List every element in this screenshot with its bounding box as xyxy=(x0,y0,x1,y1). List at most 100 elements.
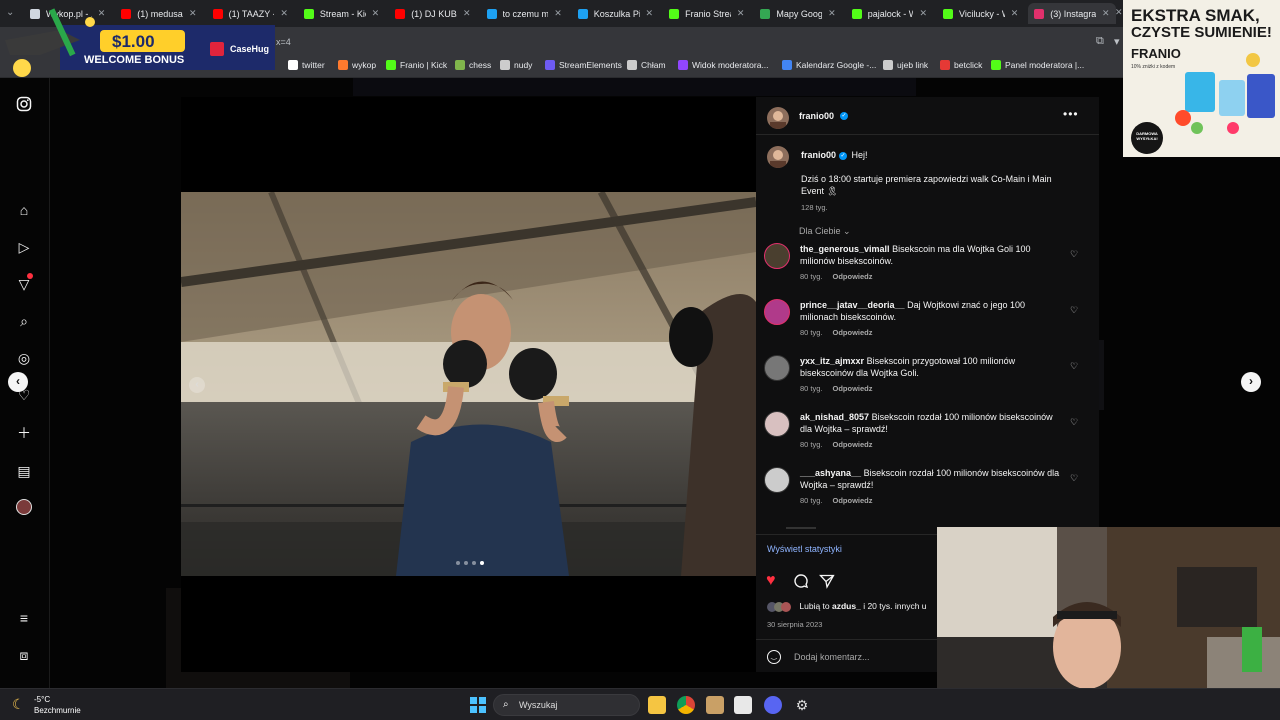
tab-close-icon[interactable]: ✕ xyxy=(737,8,745,19)
install-app-icon[interactable]: ⧉ xyxy=(1096,35,1104,48)
post-photo[interactable] xyxy=(181,192,756,576)
comment-avatar[interactable] xyxy=(764,299,790,325)
comment-like-icon[interactable]: ♡ xyxy=(1070,361,1078,372)
comment-avatar[interactable] xyxy=(764,355,790,381)
start-windows-icon[interactable] xyxy=(469,696,487,714)
reply-button[interactable]: Odpowiedz xyxy=(833,496,873,505)
franio-ad[interactable]: EKSTRA SMAK, CZYSTE SUMIENIE! FRANIO 10%… xyxy=(1123,0,1280,157)
caption-username[interactable]: franio00 xyxy=(801,150,836,160)
bookmark-label: ujeb link xyxy=(897,60,929,70)
casehug-ad[interactable]: $1.00 WELCOME BONUS CaseHug xyxy=(0,0,275,82)
app-icon-1[interactable] xyxy=(706,696,724,714)
bookmark-item[interactable]: Panel moderatora |... xyxy=(991,60,1084,70)
browser-tab[interactable]: Franio Strea... ✕ xyxy=(663,3,750,24)
tab-close-icon[interactable]: ✕ xyxy=(1011,8,1019,19)
comment-like-icon[interactable]: ♡ xyxy=(1070,417,1078,428)
browser-tab[interactable]: to czemu m... ✕ xyxy=(481,3,568,24)
comment-avatar[interactable] xyxy=(764,411,790,437)
profile-avatar-icon[interactable] xyxy=(15,499,33,517)
comment-avatar[interactable] xyxy=(764,243,790,269)
reply-button[interactable]: Odpowiedz xyxy=(833,272,873,281)
comment-icon[interactable] xyxy=(793,573,809,594)
taskbar-search[interactable]: ⌕ Wyszukaj xyxy=(493,694,640,716)
browser-tab[interactable]: pajalock - W... ✕ xyxy=(846,3,933,24)
liker-avatars xyxy=(767,601,797,612)
reply-button[interactable]: Odpowiedz xyxy=(833,440,873,449)
tab-close-icon[interactable]: ✕ xyxy=(828,8,836,19)
tab-favicon-icon xyxy=(669,8,680,19)
comment-username[interactable]: ak_nishad_8057 xyxy=(800,412,869,422)
media-previous-icon[interactable]: ‹ xyxy=(189,377,205,393)
bookmark-item[interactable]: Chłam xyxy=(627,60,666,70)
dashboard-icon[interactable]: ▤ xyxy=(15,462,33,480)
next-post-button[interactable]: › xyxy=(1241,372,1261,392)
create-icon[interactable]: ＋ xyxy=(15,424,33,442)
caption-avatar[interactable] xyxy=(767,146,789,168)
home-icon[interactable]: ⌂ xyxy=(15,201,33,219)
comment-like-icon[interactable]: ♡ xyxy=(1070,249,1078,260)
file-explorer-icon[interactable] xyxy=(648,696,666,714)
comment-username[interactable]: ___ashyana__ xyxy=(800,468,861,478)
bookmark-item[interactable]: twitter xyxy=(288,60,325,70)
settings-gear-icon[interactable]: ⚙ xyxy=(793,696,811,714)
tab-close-icon[interactable]: ✕ xyxy=(463,8,471,19)
search-icon[interactable]: ⌕ xyxy=(15,312,33,330)
browser-tab[interactable]: (3) Instagram ✕ xyxy=(1028,3,1116,24)
share-icon[interactable] xyxy=(819,573,835,594)
close-tab-icon[interactable]: ✕ xyxy=(1115,7,1123,18)
tab-close-icon[interactable]: ✕ xyxy=(1102,8,1110,19)
verified-badge-icon: ✓ xyxy=(840,112,848,120)
tab-close-icon[interactable]: ✕ xyxy=(280,8,288,19)
bookmark-item[interactable]: nudy xyxy=(500,60,532,70)
emoji-icon[interactable]: ‿ xyxy=(767,650,781,664)
more-options-icon[interactable]: ••• xyxy=(1063,107,1079,121)
also-from-meta-icon[interactable]: ⧈ xyxy=(15,646,33,664)
carousel-dot xyxy=(464,561,468,565)
bookmark-item[interactable]: Widok moderatora... xyxy=(678,60,769,70)
profile-menu-icon[interactable]: ▾ xyxy=(1114,35,1120,48)
reply-button[interactable]: Odpowiedz xyxy=(833,384,873,393)
tab-close-icon[interactable]: ✕ xyxy=(554,8,562,19)
browser-tab[interactable]: Stream - Kick ✕ xyxy=(298,3,385,24)
bookmark-item[interactable]: ujeb link xyxy=(883,60,928,70)
comment-username[interactable]: yxx_itz_ajmxxr xyxy=(800,356,864,366)
comment-avatar[interactable] xyxy=(764,467,790,493)
bookmark-item[interactable]: wykop xyxy=(338,60,376,70)
notifications-icon[interactable]: ▽ xyxy=(15,273,33,293)
view-insights-link[interactable]: Wyświetl statystyki xyxy=(767,544,842,554)
explore-icon[interactable]: ◎ xyxy=(15,349,33,367)
previous-post-button[interactable]: ‹ xyxy=(8,372,28,392)
browser-tab[interactable]: Mapy Googl... ✕ xyxy=(754,3,841,24)
likes-suffix[interactable]: i 20 tys. innych u xyxy=(863,601,926,611)
reply-button[interactable]: Odpowiedz xyxy=(833,328,873,337)
bookmark-item[interactable]: betclick xyxy=(940,60,982,70)
author-avatar[interactable] xyxy=(767,107,789,129)
bookmark-item[interactable]: chess xyxy=(455,60,491,70)
url-text[interactable]: x=4 xyxy=(276,37,291,47)
reels-icon[interactable]: ▷ xyxy=(15,238,33,256)
comment-username[interactable]: the_generous_vimall xyxy=(800,244,890,254)
comment-like-icon[interactable]: ♡ xyxy=(1070,305,1078,316)
sort-dropdown[interactable]: Dla Ciebie ⌄ xyxy=(799,226,851,237)
tab-close-icon[interactable]: ✕ xyxy=(372,8,380,19)
instagram-logo-icon[interactable] xyxy=(15,96,33,114)
bookmark-item[interactable]: Franio | Kick xyxy=(386,60,447,70)
author-username[interactable]: franio00 xyxy=(799,111,834,121)
bookmark-item[interactable]: StreamElements xyxy=(545,60,622,70)
comment-username[interactable]: prince__jatav__deoria__ xyxy=(800,300,905,310)
comment-input[interactable]: Dodaj komentarz... xyxy=(794,652,870,662)
likes-user[interactable]: azdus_ xyxy=(832,601,861,611)
bookmark-item[interactable]: Kalendarz Google -... xyxy=(782,60,876,70)
more-menu-icon[interactable]: ≡ xyxy=(15,609,33,627)
tab-close-icon[interactable]: ✕ xyxy=(919,8,927,19)
like-heart-icon[interactable]: ♥ xyxy=(766,572,776,590)
browser-tab[interactable]: (1) DJ KUBA... ✕ xyxy=(389,3,476,24)
discord-icon[interactable] xyxy=(764,696,782,714)
app-icon-2[interactable] xyxy=(734,696,752,714)
tab-label: Vicilucky - W... xyxy=(959,8,1005,19)
chrome-icon[interactable] xyxy=(677,696,695,714)
tab-close-icon[interactable]: ✕ xyxy=(646,8,654,19)
browser-tab[interactable]: Vicilucky - W... ✕ xyxy=(937,3,1024,24)
browser-tab[interactable]: Koszulka Pit... ✕ xyxy=(572,3,659,24)
comment-like-icon[interactable]: ♡ xyxy=(1070,473,1078,484)
